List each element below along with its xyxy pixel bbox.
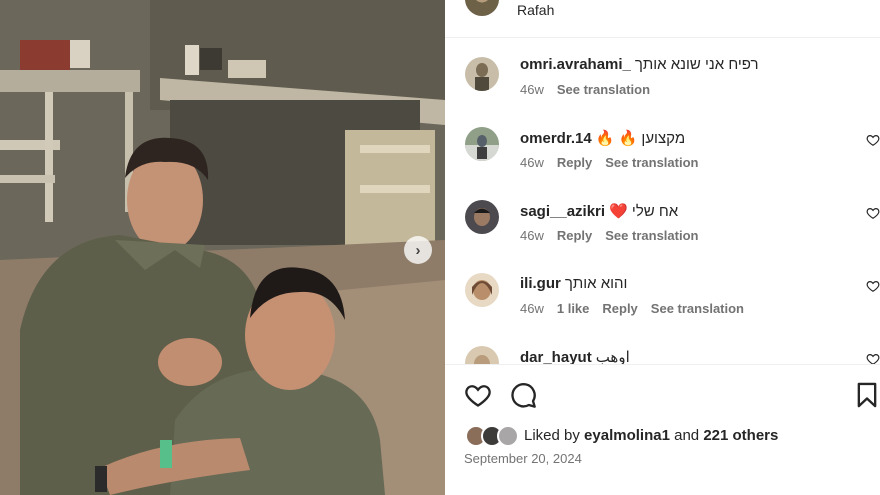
see-translation-link[interactable]: See translation: [651, 301, 744, 316]
photo-scene: [0, 0, 445, 495]
comment-line: omerdr.14 🔥 🔥 מקצוען: [520, 129, 685, 147]
comment-meta: 46w 1 like Reply See translation: [520, 301, 757, 316]
avatar[interactable]: [465, 200, 499, 234]
comment-age: 46w: [520, 155, 544, 170]
comments-list[interactable]: omri.avrahami_ רפיח אני שונא אותך 46w See …: [445, 38, 880, 364]
heart-small-icon[interactable]: [866, 279, 880, 293]
carousel-next-button[interactable]: ›: [404, 236, 432, 264]
post-photo[interactable]: ›: [0, 0, 445, 495]
comment-icon[interactable]: [509, 381, 537, 409]
reply-button[interactable]: Reply: [602, 301, 637, 316]
heart-small-icon[interactable]: [866, 352, 880, 364]
comment-username[interactable]: omerdr.14: [520, 130, 592, 147]
comment-line: sagi__azikri ❤️ אח שלי: [520, 202, 678, 220]
liked-by-others-link[interactable]: 221 others: [703, 427, 778, 444]
comment-text: 🔥 🔥 מקצוען: [595, 130, 686, 147]
comment-age: 46w: [520, 228, 544, 243]
comment-text: ❤️ אח שלי: [609, 203, 679, 220]
comment-meta: 46w See translation: [520, 82, 663, 97]
comment-username[interactable]: sagi__azikri: [520, 203, 605, 220]
comment-likes-count[interactable]: 1 like: [557, 301, 590, 316]
comment-meta: 46w Reply See translation: [520, 228, 711, 243]
heart-small-icon[interactable]: [866, 133, 880, 147]
see-translation-link[interactable]: See translation: [605, 155, 698, 170]
reply-button[interactable]: Reply: [557, 155, 592, 170]
comment-line: dar_hayut اوهب: [520, 348, 630, 364]
comment-username[interactable]: dar_hayut: [520, 349, 592, 364]
location-text[interactable]: Rafah: [517, 2, 554, 18]
see-translation-link[interactable]: See translation: [605, 228, 698, 243]
comment-age: 46w: [520, 82, 544, 97]
heart-icon[interactable]: [464, 381, 492, 409]
avatar[interactable]: [465, 0, 499, 16]
comment-text: רפיח אני שונא אותך: [634, 56, 759, 73]
comment-item: omri.avrahami_ רפיח אני שונא אותך 46w See …: [445, 56, 880, 126]
comment-item: sagi__azikri ❤️ אח שלי 46w Reply See transl…: [445, 200, 880, 272]
comment-username[interactable]: omri.avrahami_: [520, 56, 631, 73]
avatar[interactable]: [465, 273, 499, 307]
post-actions: Liked by eyalmolina1 and 221 others Sept…: [445, 364, 880, 495]
see-translation-link[interactable]: See translation: [557, 82, 650, 97]
heart-small-icon[interactable]: [866, 206, 880, 220]
comment-text: והוא אותך: [564, 275, 628, 292]
post-header: Rafah: [445, 0, 880, 38]
comment-username[interactable]: ili.gur: [520, 275, 561, 292]
reply-button[interactable]: Reply: [557, 228, 592, 243]
liked-by-avatars[interactable]: [465, 425, 527, 447]
post-sidebar: Rafah omri.avrahami_ רפיח אני שונא אותך 4…: [445, 0, 880, 495]
comment-line: omri.avrahami_ רפיח אני שונא אותך: [520, 56, 759, 73]
bookmark-icon[interactable]: [853, 381, 880, 409]
post-date[interactable]: September 20, 2024: [464, 451, 582, 466]
comment-line: ili.gur והוא אותך: [520, 275, 627, 292]
comment-item: dar_hayut اوهب: [445, 346, 880, 364]
liked-by-prefix: Liked by: [524, 427, 585, 444]
comment-age: 46w: [520, 301, 544, 316]
liked-by-user-link[interactable]: eyalmolina1: [584, 427, 670, 444]
avatar: [497, 425, 519, 447]
avatar[interactable]: [465, 57, 499, 91]
comment-item: ili.gur והוא אותך 46w 1 like Reply See trans…: [445, 273, 880, 345]
avatar[interactable]: [465, 346, 499, 364]
liked-by-middle: and: [669, 427, 704, 444]
liked-by-text: Liked by eyalmolina1 and 221 others: [524, 427, 778, 444]
comment-meta: 46w Reply See translation: [520, 155, 711, 170]
comment-text: اوهب: [595, 349, 630, 364]
avatar[interactable]: [465, 127, 499, 161]
comment-item: omerdr.14 🔥 🔥 מקצוען 46w Reply See translat…: [445, 127, 880, 199]
